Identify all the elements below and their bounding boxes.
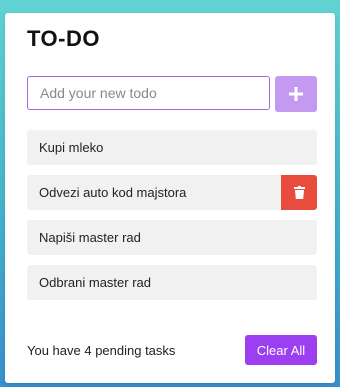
plus-icon [289,87,303,101]
add-todo-button[interactable] [275,76,317,112]
todo-item[interactable]: Odbrani master rad [27,265,317,300]
app-title: TO-DO [27,26,100,51]
new-todo-input[interactable] [27,76,270,110]
trash-icon [293,186,305,199]
todo-item[interactable]: Kupi mleko [27,130,317,165]
todo-list: Kupi mleko Odvezi auto kod majstora Napi… [27,130,317,310]
todo-item-text: Napiši master rad [39,230,141,245]
todo-item-text: Odbrani master rad [39,275,151,290]
todo-item-text: Kupi mleko [39,140,104,155]
todo-item[interactable]: Napiši master rad [27,220,317,255]
todo-item[interactable]: Odvezi auto kod majstora [27,175,317,210]
pending-tasks-count: You have 4 pending tasks [27,343,176,358]
clear-all-button[interactable]: Clear All [245,335,317,365]
add-todo-row [27,76,317,112]
delete-todo-button[interactable] [281,175,317,210]
todo-item-text: Odvezi auto kod majstora [39,185,187,200]
